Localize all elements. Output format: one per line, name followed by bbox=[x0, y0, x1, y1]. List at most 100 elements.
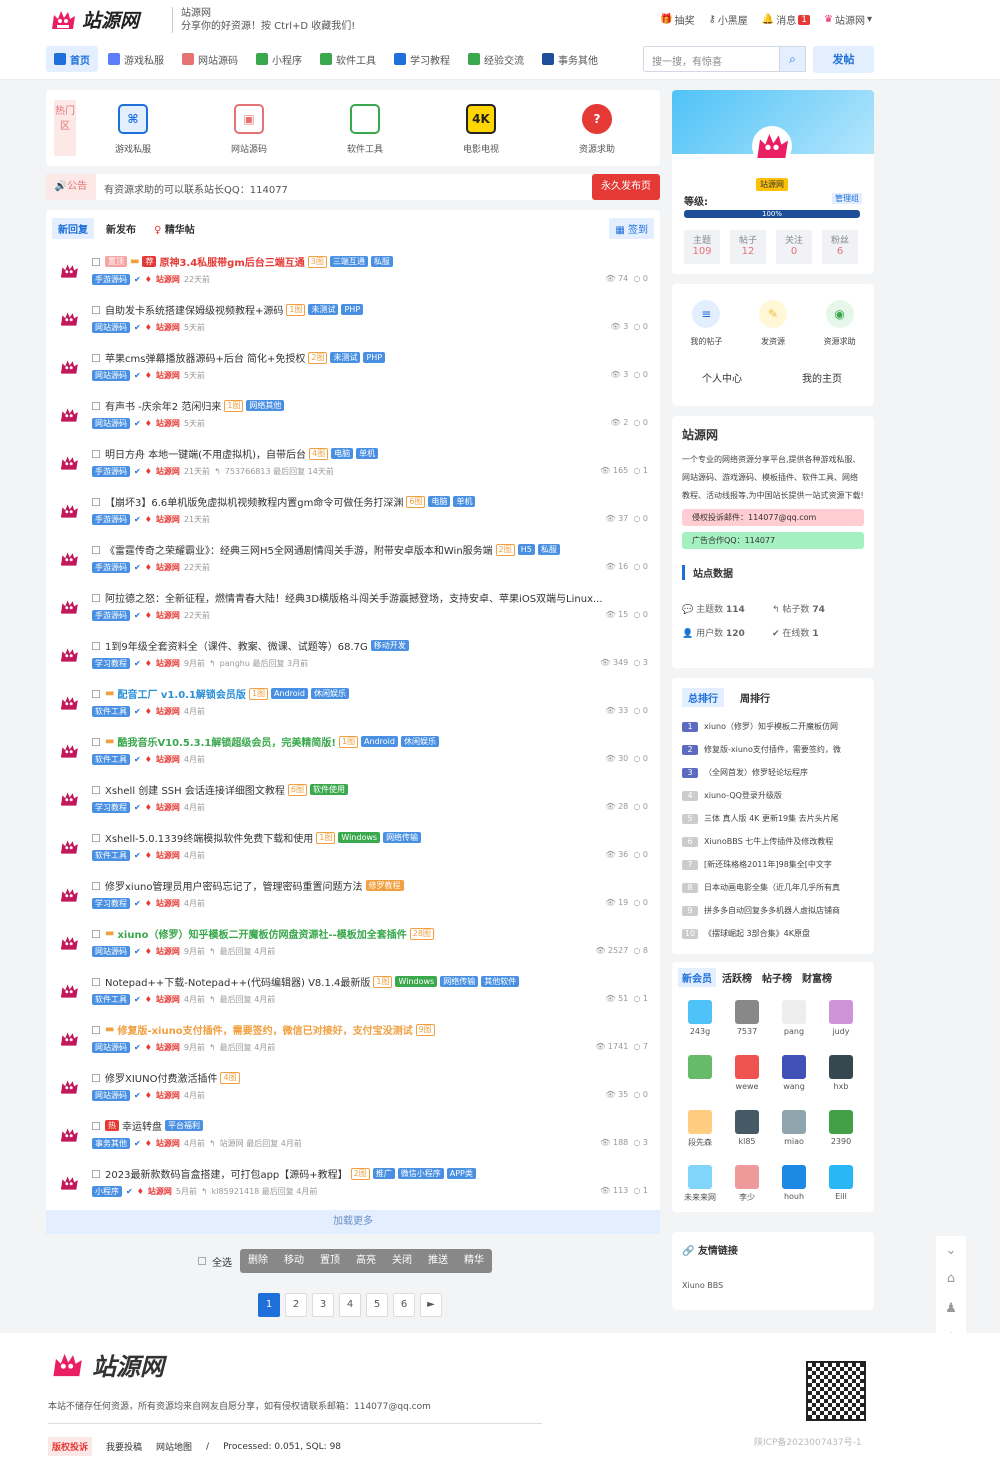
thread-author[interactable]: 站源网 bbox=[156, 322, 180, 333]
member-tab[interactable]: 财富榜 bbox=[798, 968, 836, 987]
thread-category[interactable]: 手游源码 bbox=[92, 466, 130, 477]
profile-avatar[interactable] bbox=[752, 126, 792, 166]
thread-row[interactable]: 修罗XIUNO付费激活插件 4图 网站源码 ✔ ♦ 站源网 4月前 👁 35 ○ 0 bbox=[46, 1064, 660, 1112]
thread-checkbox[interactable] bbox=[92, 401, 100, 410]
thread-title[interactable]: 原神3.4私服带gm后台三端互通 bbox=[159, 254, 304, 269]
thread-author[interactable]: 站源网 bbox=[156, 1042, 180, 1053]
thread-author[interactable]: 站源网 bbox=[156, 274, 180, 285]
author-avatar[interactable] bbox=[58, 1124, 80, 1146]
thread-tag[interactable]: 休闲娱乐 bbox=[400, 736, 439, 747]
thread-category[interactable]: 学习教程 bbox=[92, 658, 130, 669]
author-avatar[interactable] bbox=[58, 980, 80, 1002]
thread-row[interactable]: 2023最新款数码盲盒搭建，可打包app【源码+教程】 2图 推广 微信小程序 APP类… bbox=[46, 1160, 660, 1208]
thread-category[interactable]: 学习教程 bbox=[92, 802, 130, 813]
member-item[interactable] bbox=[680, 1055, 720, 1082]
thread-tag[interactable]: 单机 bbox=[453, 496, 476, 507]
thread-category[interactable]: 学习教程 bbox=[92, 898, 130, 909]
thread-tag[interactable]: 平台福利 bbox=[165, 1120, 203, 1131]
nav-item-3[interactable]: 小程序 bbox=[248, 46, 310, 72]
nav-item-2[interactable]: 网站源码 bbox=[174, 46, 246, 72]
thread-tag[interactable]: 未测试 bbox=[330, 352, 361, 363]
my-home-link[interactable]: 我的主页 bbox=[772, 370, 872, 385]
author-avatar[interactable] bbox=[58, 644, 80, 666]
thread-checkbox[interactable] bbox=[92, 689, 100, 698]
thread-row[interactable]: 置顶 ▬ 荐原神3.4私服带gm后台三端互通 3图 三端互通 私服 手游源码 ✔ ♦ 站源网 22… bbox=[46, 248, 660, 296]
author-avatar[interactable] bbox=[58, 740, 80, 762]
thread-title[interactable]: 修复版-xiuno支付插件，需要签约，微信已对接好，支付宝没测试 bbox=[117, 1022, 412, 1037]
thread-title[interactable]: Notepad++下载-Notepad++(代码编辑器) V8.1.4最新版 bbox=[105, 974, 370, 989]
sitemap-link[interactable]: 网站地图 bbox=[156, 1440, 192, 1453]
thread-title[interactable]: 【崩坏3】6.6单机版免虚拟机视频教程内置gm命令可做任务打深渊 bbox=[105, 494, 403, 509]
thread-checkbox[interactable] bbox=[92, 257, 100, 266]
thread-checkbox[interactable] bbox=[92, 833, 100, 842]
friend-link-item[interactable]: Xiuno BBS bbox=[682, 1281, 864, 1290]
author-avatar[interactable] bbox=[58, 932, 80, 954]
thread-row[interactable]: 苹果cms弹幕播放器源码+后台 简化+免授权 2图 未测试 PHP 网站源码 ✔ ♦ 站源网… bbox=[46, 344, 660, 392]
thread-tag[interactable]: 网络其他 bbox=[246, 400, 285, 411]
thread-row[interactable]: ▬ xiuno（修罗）知乎模板二开魔板仿网盘资源社--模板加全套插件 28图 网站源… bbox=[46, 920, 660, 968]
quick-item[interactable]: ≡ 我的帖子 bbox=[690, 300, 722, 347]
thread-tag[interactable]: H5 bbox=[517, 544, 535, 555]
hot-item-3[interactable]: 4K 电影电视 bbox=[446, 100, 516, 155]
member-item[interactable]: 7537 bbox=[727, 1000, 767, 1036]
hot-item-0[interactable]: ⌘ 游戏私服 bbox=[98, 100, 168, 155]
thread-row[interactable]: ▬ 酷我音乐V10.5.3.1解锁超级会员，完美精简版! 1图 Android 休闲娱乐… bbox=[46, 728, 660, 776]
user-center-link[interactable]: 个人中心 bbox=[672, 370, 772, 385]
rank-item[interactable]: 5 三体 真人版 4K 更新19集 去片头片尾 bbox=[682, 807, 864, 830]
hot-item-2[interactable]: 软件工具 bbox=[330, 100, 400, 155]
submit-link[interactable]: 我要投稿 bbox=[106, 1440, 142, 1453]
member-tab[interactable]: 活跃榜 bbox=[718, 968, 756, 987]
author-avatar[interactable] bbox=[58, 308, 80, 330]
thread-row[interactable]: 热幸运转盘 平台福利 事务其他 ✔ ♦ 站源网 4月前 ↰ 站源网 最后回复 4月前 👁 18… bbox=[46, 1112, 660, 1160]
thread-row[interactable]: 有声书 -庆余年2 范闲归来 1图 网络其他 网站源码 ✔ ♦ 站源网 5天前 👁 2 ○ … bbox=[46, 392, 660, 440]
thread-checkbox[interactable] bbox=[92, 881, 100, 890]
nav-item-6[interactable]: 经验交流 bbox=[460, 46, 532, 72]
qq-icon[interactable]: ♟ bbox=[936, 1294, 966, 1324]
thread-author[interactable]: 站源网 bbox=[148, 1186, 172, 1197]
thread-checkbox[interactable] bbox=[92, 929, 100, 938]
thread-checkbox[interactable] bbox=[92, 353, 100, 362]
author-avatar[interactable] bbox=[58, 404, 80, 426]
author-avatar[interactable] bbox=[58, 1172, 80, 1194]
thread-checkbox[interactable] bbox=[92, 497, 100, 506]
tab-week-rank[interactable]: 周排行 bbox=[734, 688, 776, 707]
member-item[interactable]: hxb bbox=[821, 1055, 861, 1091]
messages-link[interactable]: 🔔 消息 1 bbox=[762, 12, 810, 27]
author-avatar[interactable] bbox=[58, 1028, 80, 1050]
admin-action-button[interactable]: 精华 bbox=[456, 1249, 492, 1273]
search-button[interactable]: ⌕ bbox=[779, 46, 806, 72]
post-button[interactable]: 发帖 bbox=[813, 46, 874, 73]
page-button[interactable]: 2 bbox=[285, 1293, 307, 1317]
nav-item-4[interactable]: 软件工具 bbox=[312, 46, 384, 72]
hot-item-4[interactable]: ? 资源求助 bbox=[562, 100, 632, 155]
nav-item-7[interactable]: 事务其他 bbox=[534, 46, 606, 72]
thread-author[interactable]: 站源网 bbox=[156, 946, 180, 957]
thread-title[interactable]: 配音工厂 v1.0.1解锁会员版 bbox=[117, 686, 245, 701]
author-avatar[interactable] bbox=[58, 548, 80, 570]
admin-action-button[interactable]: 关闭 bbox=[384, 1249, 420, 1273]
thread-tag[interactable]: 网络传输 bbox=[440, 976, 479, 987]
home-icon[interactable]: ⌂ bbox=[936, 1264, 966, 1294]
admin-action-button[interactable]: 推送 bbox=[420, 1249, 456, 1273]
page-button[interactable]: 5 bbox=[366, 1293, 388, 1317]
tab-total-rank[interactable]: 总排行 bbox=[682, 688, 724, 707]
thread-category[interactable]: 事务其他 bbox=[92, 1138, 130, 1149]
thread-title[interactable]: 苹果cms弹幕播放器源码+后台 简化+免授权 bbox=[105, 350, 305, 365]
author-avatar[interactable] bbox=[58, 596, 80, 618]
thread-title[interactable]: 修罗XIUNO付费激活插件 bbox=[105, 1070, 217, 1085]
thread-tag[interactable]: 休闲娱乐 bbox=[310, 688, 349, 699]
author-avatar[interactable] bbox=[58, 884, 80, 906]
thread-author[interactable]: 站源网 bbox=[156, 610, 180, 621]
thread-checkbox[interactable] bbox=[92, 785, 100, 794]
thread-title[interactable]: 自助发卡系统搭建保姆级视频教程+源码 bbox=[105, 302, 283, 317]
member-item[interactable]: pang bbox=[774, 1000, 814, 1036]
thread-row[interactable]: 《雷霆传奇之荣耀霸业》：经典三网H5全网通剧情闯关手游，附带安卓版本和Win服务… bbox=[46, 536, 660, 584]
thread-category[interactable]: 手游源码 bbox=[92, 274, 130, 285]
profile-stat[interactable]: 帖子 12 bbox=[730, 230, 766, 264]
thread-tag[interactable]: 电脑 bbox=[331, 448, 354, 459]
admin-action-button[interactable]: 删除 bbox=[240, 1249, 276, 1273]
icp-number[interactable]: 陕ICP备2023007437号-1 bbox=[754, 1435, 862, 1448]
thread-tag[interactable]: 其他软件 bbox=[481, 976, 520, 987]
thread-tag[interactable]: 移动开发 bbox=[370, 640, 409, 651]
member-item[interactable]: miao bbox=[774, 1110, 814, 1146]
